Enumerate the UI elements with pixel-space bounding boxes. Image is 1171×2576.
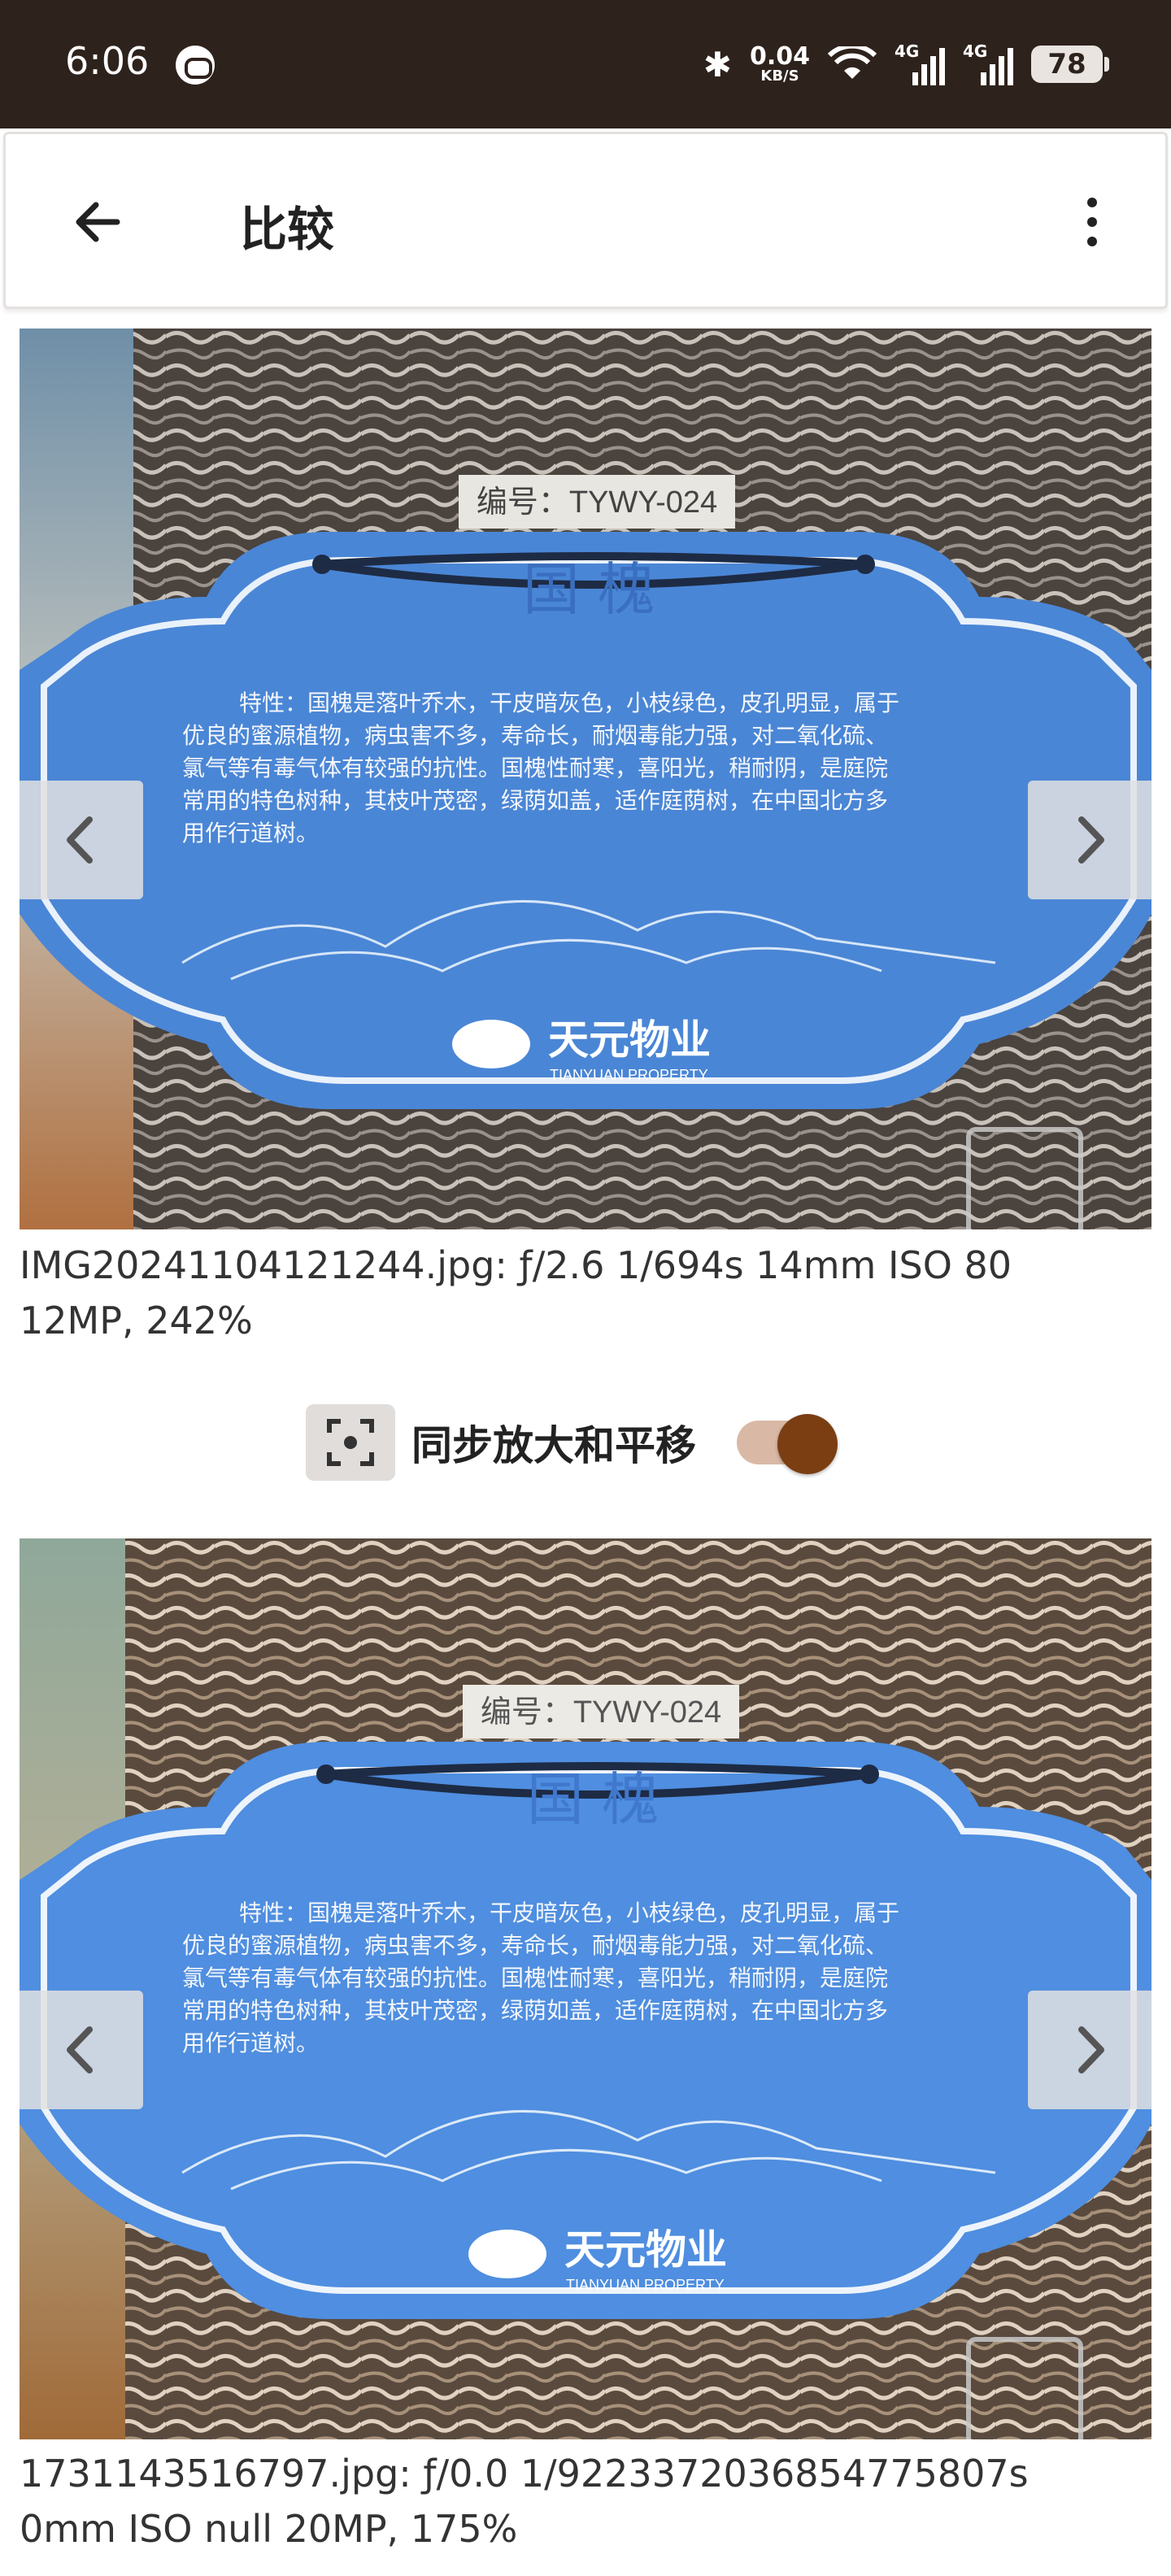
chevron-left-icon	[67, 816, 93, 864]
viewport-indicator-2	[966, 2337, 1083, 2439]
sign-logo-2: 天元物业	[564, 2226, 727, 2274]
status-bar: 6:06 ✱ 0.04 KB/S 4G 4G 78	[0, 0, 1171, 128]
compare-photo-1[interactable]: 编号：TYWY-024 国 槐 特性：国槐是落叶乔木，干皮暗灰色，小枝绿色，皮孔…	[20, 329, 1151, 1229]
wifi-icon	[827, 43, 877, 82]
sign-desc-line-4: 常用的特色树种，其枝叶茂密，绿荫如盖，适作庭荫树，在中国北方多	[182, 787, 888, 814]
sign-2-desc-line-2: 优良的蜜源植物，病虫害不多，寿命长，耐烟毒能力强，对二氧化硫、	[182, 1932, 888, 1959]
chevron-left-icon	[67, 2026, 93, 2073]
sync-zoom-pan-label: 同步放大和平移	[411, 1422, 696, 1469]
more-options-button[interactable]	[1068, 181, 1117, 263]
viewport-indicator	[966, 1127, 1083, 1229]
network-speed-value: 0.04	[749, 42, 810, 71]
previous-photo-button[interactable]	[20, 781, 143, 899]
notification-app-icon	[176, 46, 215, 85]
sign-desc-line-1: 特性：国槐是落叶乔木，干皮暗灰色，小枝绿色，皮孔明显，属于	[239, 690, 899, 716]
page-title: 比较	[240, 202, 335, 257]
status-time: 6:06	[65, 39, 150, 83]
sign-desc-line-2: 优良的蜜源植物，病虫害不多，寿命长，耐烟毒能力强，对二氧化硫、	[182, 722, 888, 749]
next-photo-button[interactable]	[1028, 781, 1151, 899]
cell-signal-1-icon: 4G	[895, 41, 945, 85]
battery-icon: 78	[1031, 46, 1109, 83]
chevron-right-icon	[1078, 816, 1104, 864]
photo-2-exif: 1731143516797.jpg: ƒ/0.0 1/9223372036854…	[20, 2452, 1029, 2496]
sign-desc-line-3: 氯气等有毒气体有较强的抗性。国槐性耐寒，喜阳光，稍耐阴，是庭院	[182, 755, 888, 781]
app-bar: 比较	[3, 132, 1168, 309]
network-speed: 0.04 KB/S	[750, 45, 810, 84]
arrow-left-icon	[76, 202, 120, 242]
sign-logo-subtext-2: TIANYUAN PROPERTY	[566, 2277, 725, 2293]
more-vert-icon	[1087, 198, 1097, 207]
photo-1-size-zoom: 12MP, 242%	[20, 1299, 253, 1342]
photo-1-info: IMG20241104121244.jpg: ƒ/2.6 1/694s 14mm…	[20, 1238, 1158, 1348]
previous-photo-button-2[interactable]	[20, 1991, 143, 2109]
sign-desc-line-5: 用作行道树。	[182, 820, 319, 846]
network-speed-unit: KB/S	[760, 67, 799, 85]
sign-name: 国 槐	[523, 556, 655, 623]
center-focus-icon	[306, 1404, 395, 1481]
sync-zoom-pan-toggle[interactable]	[737, 1414, 841, 1474]
sign-number-2: 编号：TYWY-024	[481, 1695, 721, 1730]
photo-2-info: 1731143516797.jpg: ƒ/0.0 1/9223372036854…	[20, 2446, 1158, 2556]
bluetooth-icon: ✱	[703, 44, 732, 85]
sign-logo-subtext: TIANYUAN PROPERTY	[550, 1067, 708, 1083]
back-button[interactable]	[56, 181, 137, 263]
sign-2-desc-line-1: 特性：国槐是落叶乔木，干皮暗灰色，小枝绿色，皮孔明显，属于	[239, 1899, 899, 1926]
compare-photo-2[interactable]: 编号：TYWY-024 国 槐 特性：国槐是落叶乔木，干皮暗灰色，小枝绿色，皮孔…	[20, 1538, 1151, 2439]
cell-signal-2-icon: 4G	[963, 41, 1013, 85]
sign-2-desc-line-4: 常用的特色树种，其枝叶茂密，绿荫如盖，适作庭荫树，在中国北方多	[182, 1997, 888, 2024]
status-icons: ✱ 0.04 KB/S 4G 4G 78	[703, 36, 1109, 93]
photo-1-exif: IMG20241104121244.jpg: ƒ/2.6 1/694s 14mm…	[20, 1243, 1012, 1287]
sign-2-desc-line-3: 氯气等有毒气体有较强的抗性。国槐性耐寒，喜阳光，稍耐阴，是庭院	[182, 1965, 888, 1991]
sign-2-desc-line-5: 用作行道树。	[182, 2030, 319, 2056]
sign-name-2: 国 槐	[527, 1766, 659, 1833]
next-photo-button-2[interactable]	[1028, 1991, 1151, 2109]
photo-1-image: 编号：TYWY-024 国 槐 特性：国槐是落叶乔木，干皮暗灰色，小枝绿色，皮孔…	[20, 329, 1151, 1229]
sign-logo: 天元物业	[548, 1016, 711, 1064]
sign-number: 编号：TYWY-024	[477, 485, 717, 520]
photo-2-image: 编号：TYWY-024 国 槐 特性：国槐是落叶乔木，干皮暗灰色，小枝绿色，皮孔…	[20, 1538, 1151, 2439]
chevron-right-icon	[1078, 2026, 1104, 2073]
photo-2-size-zoom: 0mm ISO null 20MP, 175%	[20, 2507, 518, 2551]
sync-zoom-pan-row: 同步放大和平移	[306, 1402, 841, 1483]
